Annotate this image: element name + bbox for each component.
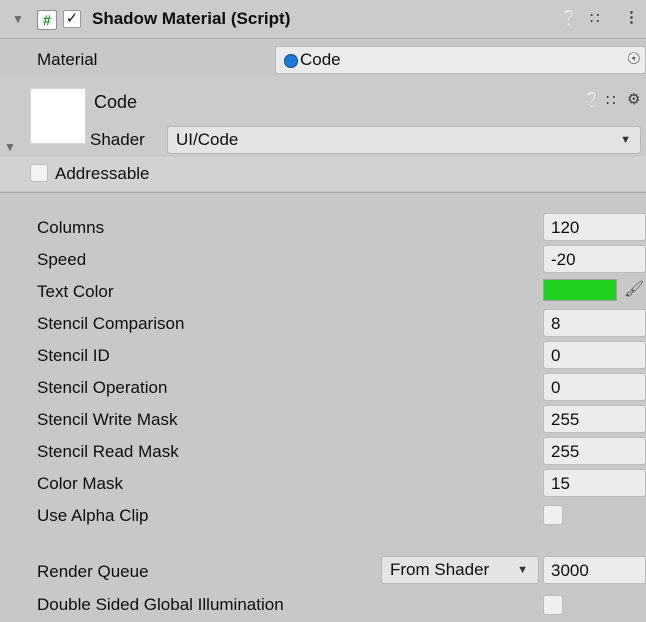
- component-enabled-checkbox[interactable]: ✓: [63, 10, 81, 28]
- render-queue-mode-value: From Shader: [390, 560, 490, 579]
- double-sided-gi-label: Double Sided Global Illumination: [37, 595, 284, 614]
- use-alpha-clip-label: Use Alpha Clip: [37, 506, 149, 525]
- stencil-operation-label: Stencil Operation: [37, 378, 168, 397]
- columns-label: Columns: [37, 218, 105, 237]
- stencil-comparison-label: Stencil Comparison: [37, 314, 185, 333]
- foldout-arrow-icon[interactable]: ▼: [12, 12, 24, 26]
- stencil-write-mask-label: Stencil Write Mask: [37, 410, 178, 429]
- shader-dropdown[interactable]: UI/Code ▼: [167, 126, 641, 154]
- double-sided-gi-checkbox[interactable]: [543, 595, 563, 615]
- material-preview-thumbnail: [30, 88, 86, 144]
- stencil-read-mask-label: Stencil Read Mask: [37, 442, 179, 461]
- material-name: Code: [94, 92, 138, 112]
- speed-label: Speed: [37, 250, 87, 269]
- stencil-read-mask-field[interactable]: 255: [543, 437, 646, 465]
- stencil-id-field[interactable]: 0: [543, 341, 646, 369]
- stencil-write-mask-field[interactable]: 255: [543, 405, 646, 433]
- text-color-label: Text Color: [37, 282, 114, 301]
- color-mask-field[interactable]: 15: [543, 469, 646, 497]
- shader-label: Shader: [90, 130, 145, 149]
- kebab-menu-icon[interactable]: ⋮: [624, 8, 639, 26]
- render-queue-label: Render Queue: [37, 562, 149, 581]
- preset-icon[interactable]: ∷: [590, 9, 600, 27]
- speed-field[interactable]: -20: [543, 245, 646, 273]
- columns-field[interactable]: 120: [543, 213, 646, 241]
- material-preset-icon[interactable]: ∷: [606, 91, 616, 109]
- material-foldout-arrow-icon[interactable]: ▼: [4, 140, 16, 154]
- component-title: Shadow Material (Script): [92, 9, 291, 28]
- material-settings-gear-icon[interactable]: ⚙: [627, 90, 640, 108]
- text-color-swatch[interactable]: [543, 279, 617, 301]
- object-picker-icon[interactable]: ☉: [627, 47, 641, 73]
- stencil-operation-field[interactable]: 0: [543, 373, 646, 401]
- stencil-id-label: Stencil ID: [37, 346, 110, 365]
- render-queue-value-field[interactable]: 3000: [543, 556, 646, 584]
- material-label: Material: [37, 50, 98, 69]
- chevron-down-icon: ▼: [517, 564, 528, 576]
- script-icon: #: [37, 10, 57, 30]
- chevron-down-icon: ▼: [620, 134, 631, 146]
- use-alpha-clip-checkbox[interactable]: [543, 505, 563, 525]
- color-mask-label: Color Mask: [37, 474, 123, 493]
- addressable-checkbox[interactable]: [30, 164, 48, 182]
- material-sphere-icon: [284, 54, 298, 68]
- material-help-icon[interactable]: ❔: [583, 91, 602, 109]
- component-header: ▼ # ✓ Shadow Material (Script) ❔ ∷ ⋮: [0, 0, 646, 39]
- stencil-comparison-field[interactable]: 8: [543, 309, 646, 337]
- shader-value: UI/Code: [176, 130, 239, 149]
- addressable-label: Addressable: [55, 164, 150, 183]
- material-object-field[interactable]: Code ☉: [275, 46, 646, 74]
- eyedropper-icon[interactable]: 🖌: [624, 279, 644, 299]
- help-icon[interactable]: ❔: [560, 9, 579, 27]
- render-queue-mode-dropdown[interactable]: From Shader ▼: [381, 556, 539, 584]
- material-value: Code: [300, 50, 341, 69]
